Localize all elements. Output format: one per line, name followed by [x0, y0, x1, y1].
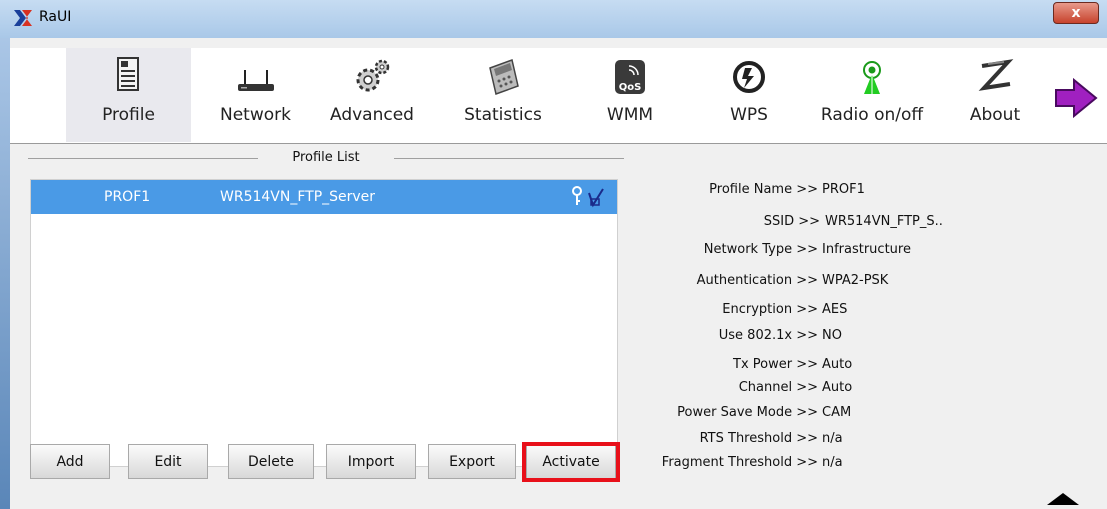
ralink-logo-icon [14, 10, 32, 26]
edit-button[interactable]: Edit [128, 444, 208, 479]
profile-icon [116, 57, 139, 91]
about-logo-icon [978, 59, 1014, 91]
tab-wmm[interactable]: QoS WMM [585, 48, 675, 142]
table-row[interactable]: PROF1 WR514VN_FTP_Server [31, 180, 617, 214]
delete-button[interactable]: Delete [228, 444, 314, 479]
profile-list[interactable]: PROF1 WR514VN_FTP_Server [30, 179, 618, 467]
qos-icon-text: QoS [619, 82, 642, 93]
key-icon [572, 186, 582, 205]
calculator-icon [489, 59, 519, 95]
close-button[interactable]: x [1053, 2, 1099, 24]
tab-radio-label: Radio on/off [820, 105, 924, 125]
import-button[interactable]: Import [326, 444, 416, 479]
wps-icon [733, 61, 765, 93]
tab-advanced-label: Advanced [330, 105, 414, 125]
detail-encryption: Encryption >> AES [722, 302, 848, 317]
window: RaUI x Profile Network Advanced Statisti… [0, 0, 1107, 509]
detail-use-8021x: Use 802.1x >> NO [718, 328, 842, 343]
detail-network-type: Network Type >> Infrastructure [703, 242, 911, 257]
detail-channel: Channel >> Auto [738, 380, 853, 395]
tab-advanced[interactable]: Advanced [318, 48, 426, 142]
detail-power-save-mode: Power Save Mode >> CAM [677, 405, 852, 420]
detail-ssid: SSID >> WR514VN_FTP_S.. [763, 214, 943, 229]
detail-rts-threshold: RTS Threshold >> n/a [699, 431, 843, 446]
app-title: RaUI [39, 9, 72, 25]
tab-wmm-label: WMM [606, 105, 654, 125]
qos-icon: QoS [615, 60, 645, 94]
tab-network-label: Network [220, 105, 291, 125]
tab-statistics-label: Statistics [464, 105, 542, 125]
toolbar: Profile Network Advanced Statistics QoS … [10, 48, 1107, 144]
detail-fragment-threshold: Fragment Threshold >> n/a [661, 455, 843, 470]
ssid-cell: WR514VN_FTP_Server [220, 189, 376, 205]
tab-profile[interactable]: Profile [66, 48, 191, 142]
tab-statistics[interactable]: Statistics [444, 48, 562, 142]
detail-profile-name: Profile Name >> PROF1 [709, 182, 865, 197]
radio-antenna-icon [863, 61, 881, 94]
tab-radio-onoff[interactable]: Radio on/off [802, 48, 942, 142]
window-frame-strip [0, 38, 10, 509]
profile-name-cell: PROF1 [104, 189, 151, 205]
tab-about[interactable]: About [955, 48, 1035, 142]
title-bar: RaUI x [0, 0, 1107, 38]
gears-icon [356, 59, 390, 92]
detail-authentication: Authentication >> WPA2-PSK [696, 273, 889, 288]
tab-about-label: About [969, 105, 1021, 125]
export-button[interactable]: Export [428, 444, 516, 479]
main-content: Profile Network Advanced Statistics QoS … [10, 38, 1107, 509]
tab-wps[interactable]: WPS [704, 48, 794, 142]
tab-profile-label: Profile [102, 105, 155, 125]
add-button[interactable]: Add [30, 444, 110, 479]
profile-list-header: Profile List [28, 150, 624, 166]
collapse-up-arrow-icon[interactable] [1047, 493, 1079, 505]
router-icon [237, 70, 274, 91]
tab-wps-label: WPS [730, 105, 768, 125]
tab-network[interactable]: Network [203, 48, 308, 142]
activate-button[interactable]: Activate [526, 444, 616, 479]
detail-tx-power: Tx Power >> Auto [733, 357, 853, 372]
divider [394, 158, 624, 159]
security-status-icons [572, 186, 604, 208]
connected-icon [588, 188, 604, 208]
next-arrow-icon[interactable] [1054, 78, 1098, 118]
